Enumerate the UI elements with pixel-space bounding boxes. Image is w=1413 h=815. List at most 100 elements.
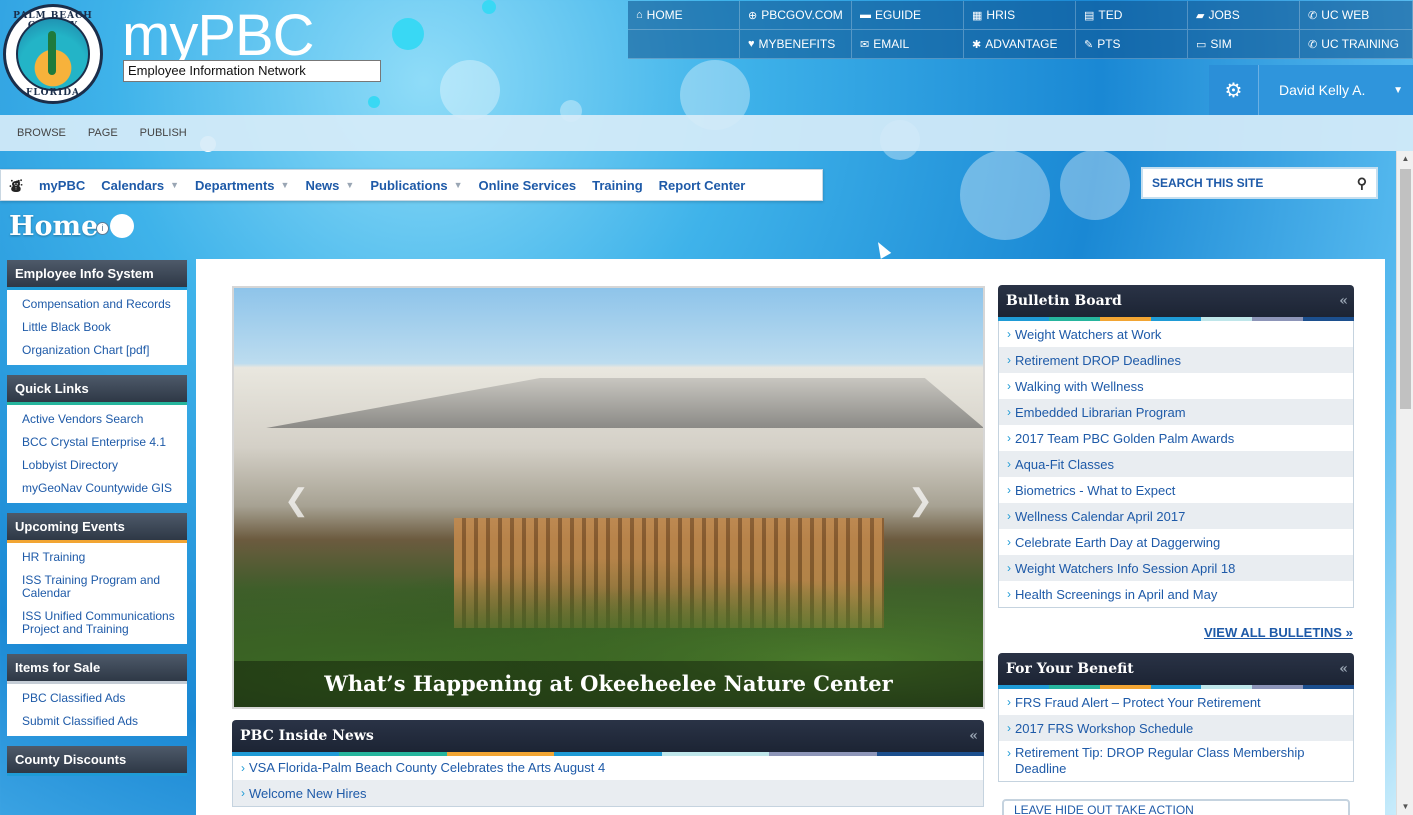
topnav-home[interactable]: ⌂ HOME bbox=[628, 1, 740, 30]
ribbon-tab-browse[interactable]: BROWSE bbox=[17, 127, 66, 139]
brand-name[interactable]: myPBC bbox=[122, 4, 315, 68]
nav-publications[interactable]: Publications ▼ bbox=[362, 178, 470, 193]
strip-segment bbox=[998, 685, 1049, 689]
scroll-down-icon[interactable]: ▼ bbox=[1397, 799, 1413, 815]
list-item[interactable]: › Biometrics - What to Expect bbox=[999, 477, 1353, 503]
list-item-label: Welcome New Hires bbox=[249, 785, 367, 801]
rail-link[interactable]: Lobbyist Directory bbox=[22, 454, 183, 477]
ribbon-tab-publish[interactable]: PUBLISH bbox=[140, 127, 187, 139]
rail-link[interactable]: Organization Chart [pdf] bbox=[22, 339, 183, 362]
list-item[interactable]: › Celebrate Earth Day at Daggerwing bbox=[999, 529, 1353, 555]
topnav-ted[interactable]: ▤ TED bbox=[1076, 1, 1188, 30]
collapse-icon[interactable]: « bbox=[1339, 293, 1348, 309]
calendar-icon: ▦ bbox=[972, 9, 983, 22]
search-input[interactable]: SEARCH THIS SITE bbox=[1152, 176, 1263, 190]
strip-segment bbox=[1303, 685, 1355, 689]
nav-mypbc[interactable]: myPBC bbox=[31, 178, 93, 193]
county-seal-logo[interactable]: PALM BEACH COUNTY FLORIDA bbox=[3, 4, 103, 104]
list-item[interactable]: › 2017 Team PBC Golden Palm Awards bbox=[999, 425, 1353, 451]
list-item[interactable]: › Welcome New Hires bbox=[233, 780, 983, 806]
rail-link[interactable]: Submit Classified Ads bbox=[22, 710, 183, 733]
nav-departments[interactable]: Departments ▼ bbox=[187, 178, 297, 193]
topnav-pts[interactable]: ✎ PTS bbox=[1076, 30, 1188, 59]
list-item-label: Retirement Tip: DROP Regular Class Membe… bbox=[1015, 745, 1305, 776]
user-menu[interactable]: David Kelly A. ▼ bbox=[1259, 65, 1413, 115]
topnav-label: UC TRAINING bbox=[1321, 37, 1400, 51]
collapse-icon[interactable]: « bbox=[969, 728, 978, 744]
search-box[interactable]: SEARCH THIS SITE ⚲ bbox=[1141, 167, 1378, 199]
list-item[interactable]: › Walking with Wellness bbox=[999, 373, 1353, 399]
rail-link[interactable]: BCC Crystal Enterprise 4.1 bbox=[22, 431, 183, 454]
nav-label: News bbox=[305, 177, 340, 193]
topnav-eguide[interactable]: ▬ EGUIDE bbox=[852, 1, 964, 30]
strip-segment bbox=[1201, 317, 1253, 321]
list-item-label: VSA Florida-Palm Beach County Celebrates… bbox=[249, 760, 606, 775]
nav-news[interactable]: News ▼ bbox=[297, 178, 362, 193]
heart-icon: ♥ bbox=[748, 38, 755, 50]
rail-link[interactable]: Active Vendors Search bbox=[22, 408, 183, 431]
list-item[interactable]: › Retirement DROP Deadlines bbox=[999, 347, 1353, 373]
user-name: David Kelly A. bbox=[1279, 82, 1366, 98]
list-item[interactable]: › Retirement Tip: DROP Regular Class Memb… bbox=[999, 741, 1353, 781]
chevron-right-icon: › bbox=[1007, 587, 1011, 601]
list-item-label: Wellness Calendar April 2017 bbox=[1015, 508, 1186, 524]
view-all-bulletins-link[interactable]: VIEW ALL BULLETINS » bbox=[1204, 625, 1353, 640]
partial-widget-header[interactable]: LEAVE HIDE OUT TAKE ACTION bbox=[1002, 799, 1350, 815]
rail-block-title: Employee Info System bbox=[7, 260, 187, 290]
scroll-thumb[interactable] bbox=[1400, 169, 1411, 409]
site-nav: ⛇ myPBC Calendars ▼ Departments ▼ News ▼ Public… bbox=[0, 169, 823, 201]
list-item[interactable]: › Weight Watchers at Work bbox=[999, 321, 1353, 347]
rail-link[interactable]: ISS Training Program and Calendar bbox=[22, 569, 183, 605]
list-item[interactable]: › Wellness Calendar April 2017 bbox=[999, 503, 1353, 529]
list-item[interactable]: › Weight Watchers Info Session April 18 bbox=[999, 555, 1353, 581]
rail-link[interactable]: Little Black Book bbox=[22, 316, 183, 339]
penguin-icon[interactable]: ⛇ bbox=[1, 175, 31, 196]
bubble-decoration bbox=[392, 18, 424, 50]
scroll-up-icon[interactable]: ▲ bbox=[1397, 151, 1413, 167]
image-carousel[interactable]: ❮ ❯ What’s Happening at Okeeheelee Natur… bbox=[232, 286, 985, 709]
info-icon[interactable]: i bbox=[96, 222, 109, 235]
topnav-mybenefits[interactable]: ♥ MYBENEFITS bbox=[740, 30, 852, 59]
nav-training[interactable]: Training bbox=[584, 178, 651, 193]
carousel-prev-icon[interactable]: ❮ bbox=[284, 483, 309, 518]
topnav-pbcgov-com[interactable]: ⊕ PBCGOV.COM bbox=[740, 1, 852, 30]
topnav-hris[interactable]: ▦ HRIS bbox=[964, 1, 1076, 30]
rail-block: Upcoming Events HR Training ISS Training P… bbox=[7, 513, 187, 644]
benefit-list: › FRS Fraud Alert – Protect Your Retireme… bbox=[998, 689, 1354, 782]
bulletin-header: Bulletin Board « bbox=[998, 285, 1354, 317]
list-item[interactable]: › 2017 FRS Workshop Schedule bbox=[999, 715, 1353, 741]
ribbon-tab-page[interactable]: PAGE bbox=[88, 127, 118, 139]
topnav-advantage[interactable]: ✱ ADVANTAGE bbox=[964, 30, 1076, 59]
nav-online-services[interactable]: Online Services bbox=[471, 178, 585, 193]
topnav-uc-training[interactable]: ✆ UC TRAINING bbox=[1300, 30, 1413, 59]
nav-report-center[interactable]: Report Center bbox=[651, 178, 754, 193]
list-item[interactable]: › FRS Fraud Alert – Protect Your Retireme… bbox=[999, 689, 1353, 715]
carousel-caption[interactable]: What’s Happening at Okeeheelee Nature Ce… bbox=[234, 661, 983, 707]
nav-calendars[interactable]: Calendars ▼ bbox=[93, 178, 187, 193]
rail-link[interactable]: PBC Classified Ads bbox=[22, 687, 183, 710]
list-item[interactable]: › Aqua-Fit Classes bbox=[999, 451, 1353, 477]
rail-link[interactable]: ISS Unified Communications Project and T… bbox=[22, 605, 183, 641]
list-item[interactable]: › VSA Florida-Palm Beach County Celebrate… bbox=[233, 756, 983, 780]
strip-segment bbox=[1201, 685, 1253, 689]
caret-down-icon: ▼ bbox=[345, 180, 355, 190]
rail-link[interactable]: HR Training bbox=[22, 546, 183, 569]
rail-link[interactable]: Compensation and Records bbox=[22, 293, 183, 316]
list-item[interactable]: › Health Screenings in April and May bbox=[999, 581, 1353, 607]
list-item-label: 2017 FRS Workshop Schedule bbox=[1015, 720, 1194, 736]
list-item[interactable]: › Embedded Librarian Program bbox=[999, 399, 1353, 425]
search-icon[interactable]: ⚲ bbox=[1357, 175, 1367, 192]
topnav-uc-web[interactable]: ✆ UC WEB bbox=[1300, 1, 1413, 30]
topnav-sim[interactable]: ▭ SIM bbox=[1188, 30, 1300, 59]
pin-icon: ✎ bbox=[1084, 38, 1094, 51]
topnav-jobs[interactable]: ▰ JOBS bbox=[1188, 1, 1300, 30]
carousel-next-icon[interactable]: ❯ bbox=[908, 483, 933, 518]
topnav-email[interactable]: ✉ EMAIL bbox=[852, 30, 964, 59]
strip-segment bbox=[998, 317, 1049, 321]
page-scrollbar[interactable]: ▲ ▼ bbox=[1396, 151, 1413, 815]
gear-icon[interactable]: ⚙ bbox=[1209, 65, 1259, 115]
caret-down-icon: ▼ bbox=[280, 180, 290, 190]
topnav-label: ADVANTAGE bbox=[985, 37, 1058, 51]
rail-link[interactable]: myGeoNav Countywide GIS bbox=[22, 477, 183, 500]
collapse-icon[interactable]: « bbox=[1339, 661, 1348, 677]
